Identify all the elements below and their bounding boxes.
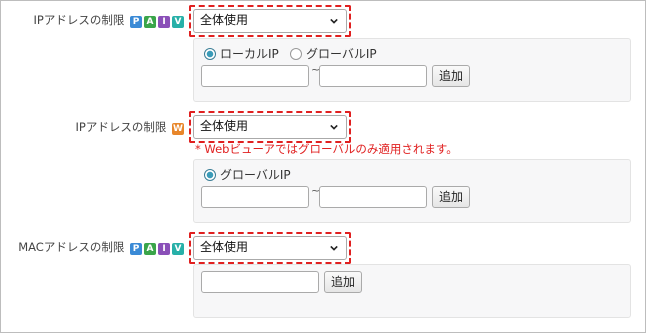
platform-a-badge: A bbox=[144, 243, 156, 255]
add-ip-range-web-button[interactable]: 追加 bbox=[432, 186, 470, 208]
platform-p-badge: P bbox=[130, 243, 142, 255]
ip-range-panel: ローカルIP グローバルIP ~ 追加 bbox=[193, 38, 631, 102]
ip-restriction-label-row: IPアドレスの制限 PAIV bbox=[20, 12, 184, 28]
global-ip-radio[interactable] bbox=[290, 48, 302, 60]
local-ip-radio[interactable] bbox=[204, 48, 216, 60]
mac-address-input[interactable] bbox=[201, 271, 319, 293]
chevron-down-icon bbox=[330, 245, 338, 251]
ip-restriction-web-label: IPアドレスの制限 bbox=[75, 120, 167, 134]
ip-restriction-web-select[interactable]: 全体使用 bbox=[193, 115, 347, 139]
platform-i-badge: I bbox=[158, 16, 170, 28]
mac-restriction-select-highlight: 全体使用 bbox=[189, 232, 351, 264]
local-ip-radio-label: ローカルIP bbox=[220, 47, 279, 61]
ip-range-web-end-input[interactable] bbox=[319, 186, 427, 208]
ip-restriction-select-highlight: 全体使用 bbox=[189, 5, 351, 37]
global-ip-radio-web-label: グローバルIP bbox=[220, 168, 291, 182]
ip-restriction-web-select-highlight: 全体使用 bbox=[189, 111, 351, 143]
mac-address-panel: 追加 bbox=[193, 264, 631, 318]
mac-restriction-label: MACアドレスの制限 bbox=[18, 240, 125, 254]
mac-restriction-label-row: MACアドレスの制限 PAIV bbox=[4, 239, 184, 255]
ip-restriction-select-value: 全体使用 bbox=[200, 13, 249, 27]
platform-v-badge: V bbox=[172, 16, 184, 28]
add-mac-address-button[interactable]: 追加 bbox=[324, 271, 362, 293]
ip-restriction-web-select-value: 全体使用 bbox=[200, 119, 249, 133]
chevron-down-icon bbox=[330, 124, 338, 130]
ip-range-web-start-input[interactable] bbox=[201, 186, 309, 208]
ip-restriction-label: IPアドレスの制限 bbox=[33, 13, 125, 27]
ip-restriction-web-label-row: IPアドレスの制限 W bbox=[20, 119, 184, 135]
platform-i-badge: I bbox=[158, 243, 170, 255]
platform-a-badge: A bbox=[144, 16, 156, 28]
mac-restriction-select[interactable]: 全体使用 bbox=[193, 236, 347, 260]
platform-w-badge: W bbox=[172, 123, 184, 135]
chevron-down-icon bbox=[330, 18, 338, 24]
ip-range-web-panel: グローバルIP ~ 追加 bbox=[193, 159, 631, 223]
web-viewer-note: * Webビューアではグローバルのみ適用されます。 bbox=[195, 142, 458, 156]
global-ip-radio-label: グローバルIP bbox=[306, 47, 377, 61]
ip-range-start-input[interactable] bbox=[201, 65, 309, 87]
platform-v-badge: V bbox=[172, 243, 184, 255]
ip-range-end-input[interactable] bbox=[319, 65, 427, 87]
add-ip-range-button[interactable]: 追加 bbox=[432, 65, 470, 87]
global-ip-radio-web[interactable] bbox=[204, 169, 216, 181]
mac-restriction-select-value: 全体使用 bbox=[200, 240, 249, 254]
ip-restriction-select[interactable]: 全体使用 bbox=[193, 9, 347, 33]
platform-p-badge: P bbox=[130, 16, 142, 28]
